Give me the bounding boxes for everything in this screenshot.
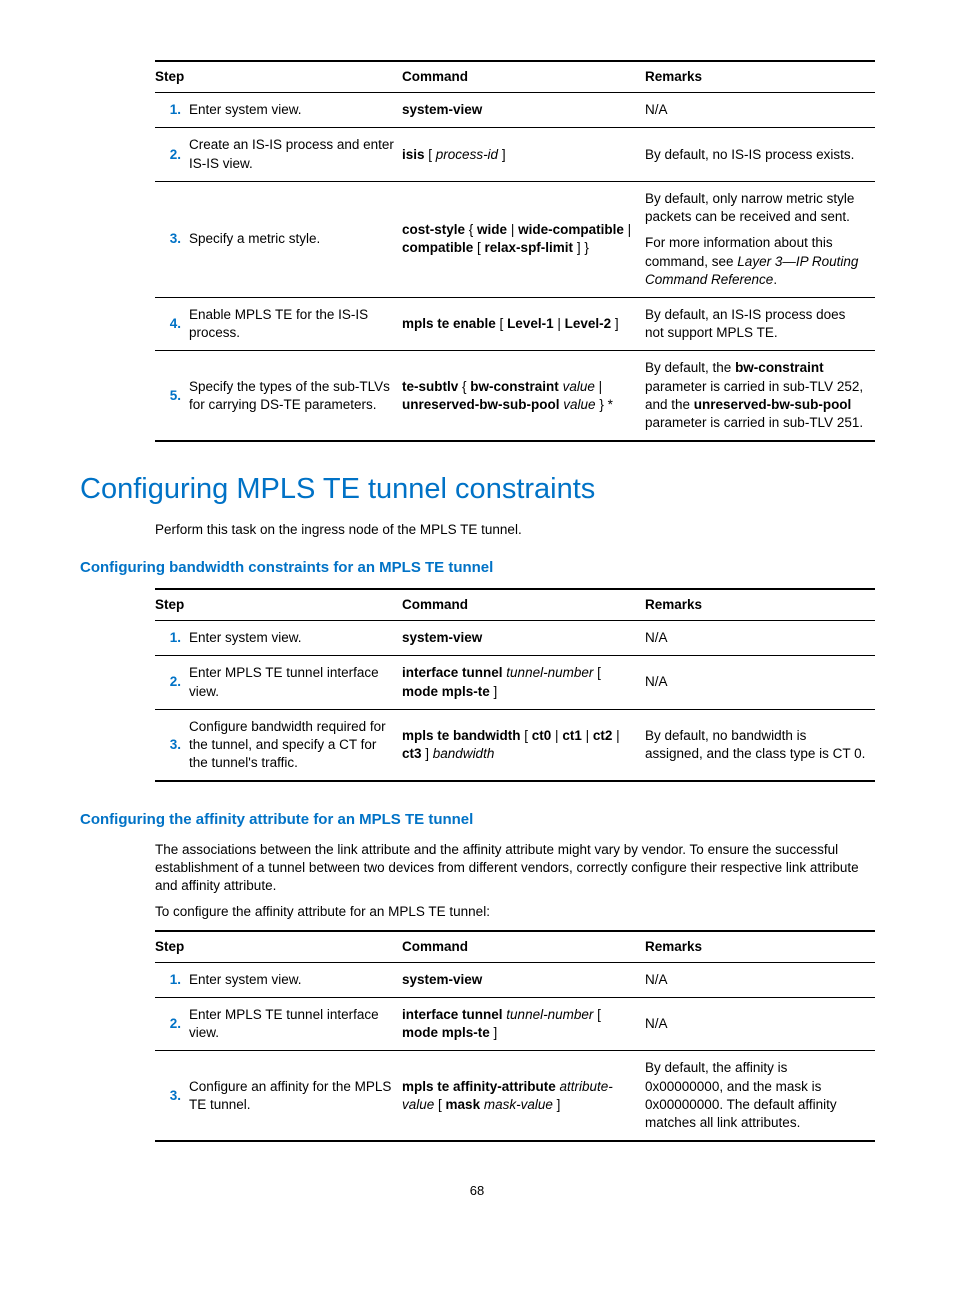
command-cell: isis [ process-id ] [402,128,645,181]
remarks-cell: By default, an IS-IS process does not su… [645,297,875,350]
step-description: Specify the types of the sub-TLVs for ca… [189,351,402,441]
th-command: Command [402,61,645,93]
step-number: 1. [155,93,189,128]
intro-text: Perform this task on the ingress node of… [155,521,874,539]
affinity-lead: To configure the affinity attribute for … [155,903,874,921]
command-cell: interface tunnel tunnel-number [ mode mp… [402,656,645,709]
step-number: 3. [155,1051,189,1141]
remarks-cell: By default, no bandwidth is assigned, an… [645,709,875,781]
affinity-desc: The associations between the link attrib… [155,841,874,896]
affinity-config-table: Step Command Remarks 1.Enter system view… [155,930,875,1143]
table3-body: 1.Enter system view.system-viewN/A2.Ente… [155,962,875,1141]
remarks-cell: By default, only narrow metric style pac… [645,181,875,297]
command-cell: mpls te affinity-attribute attribute-val… [402,1051,645,1141]
command-cell: system-view [402,962,645,997]
command-cell: interface tunnel tunnel-number [ mode mp… [402,997,645,1050]
table-row: 4.Enable MPLS TE for the IS-IS process.m… [155,297,875,350]
command-cell: mpls te bandwidth [ ct0 | ct1 | ct2 | ct… [402,709,645,781]
remarks-cell: By default, the affinity is 0x00000000, … [645,1051,875,1141]
remarks-cell: N/A [645,93,875,128]
step-number: 5. [155,351,189,441]
step-number: 4. [155,297,189,350]
remarks-cell: N/A [645,962,875,997]
command-cell: cost-style { wide | wide-compatible | co… [402,181,645,297]
table-row: 5.Specify the types of the sub-TLVs for … [155,351,875,441]
th-step: Step [155,589,402,621]
step-number: 1. [155,621,189,656]
th-command: Command [402,931,645,963]
step-description: Enable MPLS TE for the IS-IS process. [189,297,402,350]
page-number: 68 [80,1182,874,1200]
step-description: Enter MPLS TE tunnel interface view. [189,997,402,1050]
table-row: 1.Enter system view.system-viewN/A [155,621,875,656]
table2-body: 1.Enter system view.system-viewN/A2.Ente… [155,621,875,782]
command-cell: system-view [402,621,645,656]
step-description: Configure bandwidth required for the tun… [189,709,402,781]
step-description: Configure an affinity for the MPLS TE tu… [189,1051,402,1141]
remarks-cell: By default, no IS-IS process exists. [645,128,875,181]
step-number: 2. [155,128,189,181]
remarks-cell: N/A [645,621,875,656]
th-step: Step [155,61,402,93]
remarks-cell: N/A [645,997,875,1050]
bandwidth-config-table: Step Command Remarks 1.Enter system view… [155,588,875,783]
heading-affinity: Configuring the affinity attribute for a… [80,810,874,830]
th-step: Step [155,931,402,963]
table-row: 1.Enter system view.system-viewN/A [155,962,875,997]
step-number: 2. [155,997,189,1050]
table-row: 2.Create an IS-IS process and enter IS-I… [155,128,875,181]
th-command: Command [402,589,645,621]
table-row: 2.Enter MPLS TE tunnel interface view.in… [155,656,875,709]
step-description: Enter system view. [189,621,402,656]
remarks-cell: N/A [645,656,875,709]
th-remarks: Remarks [645,61,875,93]
step-description: Enter system view. [189,93,402,128]
isis-config-table: Step Command Remarks 1.Enter system view… [155,60,875,442]
step-description: Create an IS-IS process and enter IS-IS … [189,128,402,181]
table-row: 1.Enter system view.system-viewN/A [155,93,875,128]
step-number: 3. [155,709,189,781]
step-number: 2. [155,656,189,709]
command-cell: mpls te enable [ Level-1 | Level-2 ] [402,297,645,350]
table-row: 3.Specify a metric style.cost-style { wi… [155,181,875,297]
table1-body: 1.Enter system view.system-viewN/A2.Crea… [155,93,875,442]
table-row: 3.Configure an affinity for the MPLS TE … [155,1051,875,1141]
table-row: 3.Configure bandwidth required for the t… [155,709,875,781]
table-row: 2.Enter MPLS TE tunnel interface view.in… [155,997,875,1050]
heading-constraints: Configuring MPLS TE tunnel constraints [80,470,874,509]
remarks-cell: By default, the bw-constraint parameter … [645,351,875,441]
heading-bandwidth: Configuring bandwidth constraints for an… [80,558,874,578]
step-number: 1. [155,962,189,997]
step-description: Specify a metric style. [189,181,402,297]
step-description: Enter system view. [189,962,402,997]
command-cell: te-subtlv { bw-constraint value | unrese… [402,351,645,441]
command-cell: system-view [402,93,645,128]
th-remarks: Remarks [645,931,875,963]
th-remarks: Remarks [645,589,875,621]
step-number: 3. [155,181,189,297]
step-description: Enter MPLS TE tunnel interface view. [189,656,402,709]
